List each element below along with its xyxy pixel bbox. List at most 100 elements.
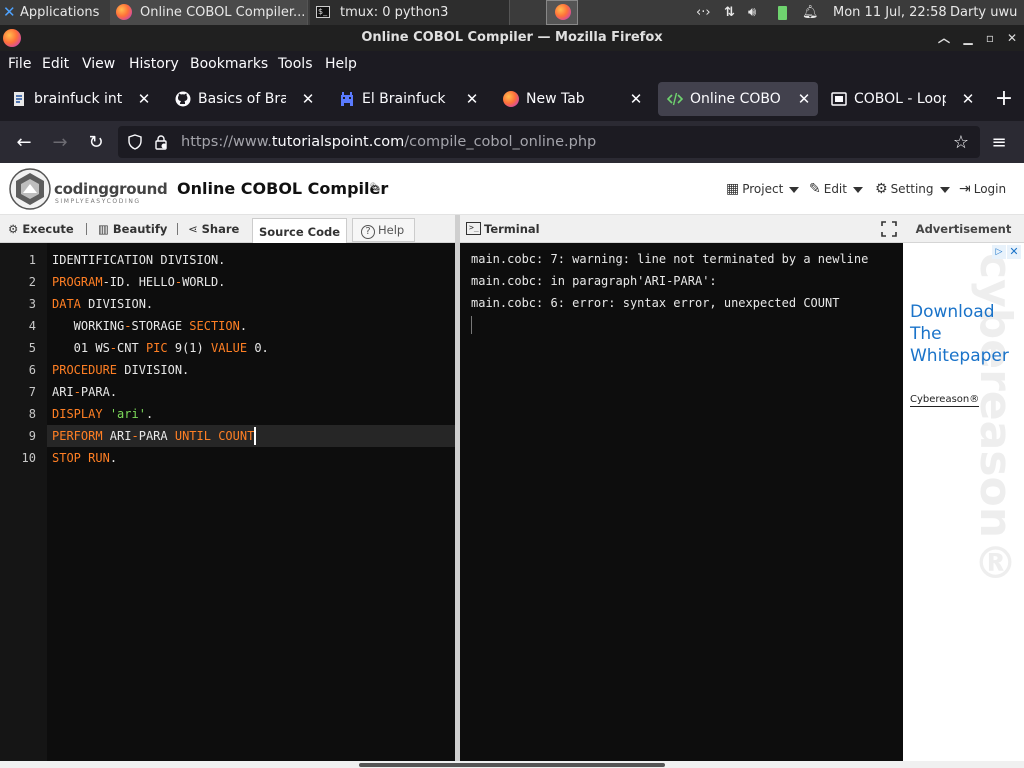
navigation-toolbar: ← → ↻ https://www.tutorialspoint.com/com… (0, 121, 1024, 163)
firefox-icon (503, 91, 519, 107)
close-icon[interactable]: ✕ (1002, 25, 1022, 51)
close-tab-icon[interactable]: ✕ (464, 82, 480, 116)
code-line[interactable]: PERFORM ARI-PARA UNTIL COUNT (52, 425, 254, 447)
tab-cobol-loop[interactable]: COBOL - Loop S ✕ (822, 82, 982, 116)
tab-basics-of-brainfuck[interactable]: Basics of BrainF ✕ (166, 82, 322, 116)
tab-new-tab[interactable]: New Tab ✕ (494, 82, 650, 116)
clock[interactable]: Mon 11 Jul, 22:58 (833, 0, 947, 25)
advertisement[interactable]: cybereason® ▷ ✕ Download The Whitepaper … (903, 243, 1024, 768)
terminal-icon: >_ (466, 222, 481, 235)
maximize-icon[interactable]: ▫ (980, 25, 1000, 51)
terminal-output[interactable]: main.cobc: 7: warning: line not terminat… (460, 243, 903, 768)
code-line[interactable]: DATA DIVISION. (52, 293, 153, 315)
help-tab[interactable]: ? Help (352, 218, 415, 242)
volume-icon[interactable]: 🔊︎ (748, 0, 756, 25)
horizontal-scrollbar[interactable] (0, 761, 1024, 768)
menu-tools[interactable]: Tools (278, 51, 313, 77)
close-tab-icon[interactable]: ✕ (300, 82, 316, 116)
line-number: 4 (28, 319, 36, 333)
scrollbar-thumb[interactable] (359, 763, 665, 767)
code-token: 9(1) (167, 341, 211, 355)
back-arrow-icon[interactable]: ← (10, 129, 38, 157)
menu-file[interactable]: File (8, 51, 31, 77)
code-line[interactable]: IDENTIFICATION DIVISION. (52, 249, 225, 271)
shield-icon[interactable] (127, 134, 143, 150)
close-tab-icon[interactable]: ✕ (960, 82, 976, 116)
menu-view[interactable]: View (82, 51, 115, 77)
login-label: Login (973, 182, 1007, 196)
bookmark-star-icon[interactable]: ☆ (947, 129, 975, 157)
github-icon (175, 91, 191, 107)
code-line[interactable]: DISPLAY 'ari'. (52, 403, 153, 425)
new-tab-plus-icon[interactable]: + (992, 87, 1016, 111)
code-line[interactable]: STOP RUN. (52, 447, 117, 469)
close-tab-icon[interactable]: ✕ (628, 82, 644, 116)
lock-icon[interactable] (153, 134, 169, 150)
edit-icon: ✎ (809, 181, 821, 197)
chevron-up-icon[interactable]: ︿ (934, 25, 954, 51)
fullscreen-icon[interactable] (881, 221, 897, 237)
login-link[interactable]: ⇥ Login (959, 181, 1006, 197)
code-line[interactable]: WORKING-STORAGE SECTION. (52, 315, 247, 337)
transfer-icon[interactable]: ⇅ (724, 0, 735, 25)
hamburger-menu-icon[interactable]: ≡ (985, 129, 1013, 157)
url-bar[interactable]: https://www.tutorialspoint.com/compile_c… (118, 126, 980, 158)
code-editor[interactable]: 1 2 3 4 5 6 7 8 9 10 IDENTIFICATION DIVISION. PROG… (0, 243, 455, 768)
system-tray: ‹·› ⇅ 🔊︎ 🔔︎ Mon 11 Jul, 22:58 Darty uwu (690, 0, 1024, 25)
tab-brainfuck-interp[interactable]: brainfuck interp ✕ (2, 82, 158, 116)
workspace-firefox-button[interactable] (546, 0, 578, 25)
tab-online-cobol-compiler[interactable]: Online COBOL C ✕ (658, 82, 818, 116)
applications-menu[interactable]: ✕ Applications (0, 0, 108, 25)
menu-help[interactable]: Help (325, 51, 357, 77)
setting-menu[interactable]: ⚙ Setting (875, 181, 950, 197)
forward-arrow-icon[interactable]: → (46, 129, 74, 157)
code-line[interactable]: ARI-PARA. (52, 381, 117, 403)
help-circle-icon: ? (361, 225, 375, 239)
code-line[interactable]: PROGRAM-ID. HELLO-WORLD. (52, 271, 225, 293)
url-domain: tutorialspoint.com (271, 134, 405, 150)
url-prefix: https://www. (181, 134, 272, 150)
edit-menu[interactable]: ✎ Edit (809, 181, 863, 197)
ad-headline[interactable]: Download The Whitepaper (910, 301, 1020, 367)
gear-icon: ⚙ (875, 181, 888, 197)
menubar: File Edit View History Bookmarks Tools H… (0, 51, 1024, 77)
minimize-icon[interactable]: ▁ (958, 25, 978, 51)
url-path: /compile_cobol_online.php (404, 134, 597, 150)
code-keyword: - (109, 341, 118, 355)
share-button[interactable]: ⋖ Share (188, 215, 239, 243)
grid-icon: ▦ (726, 181, 740, 197)
ad-brand: Cybereason® (910, 394, 980, 407)
terminal-line: main.cobc: 7: warning: line not terminat… (471, 252, 869, 266)
ad-close-icon[interactable]: ✕ (1007, 245, 1021, 259)
battery-icon[interactable] (778, 6, 787, 20)
menu-edit[interactable]: Edit (42, 51, 69, 77)
url-text[interactable]: https://www.tutorialspoint.com/compile_c… (181, 126, 596, 158)
code-line[interactable]: 01 WS-CNT PIC 9(1) VALUE 0. (52, 337, 269, 359)
code-line[interactable]: PROCEDURE DIVISION. (52, 359, 189, 381)
taskbar-firefox[interactable]: Online COBOL Compiler... (110, 0, 308, 25)
reload-icon[interactable]: ↻ (82, 129, 110, 157)
execute-button[interactable]: ⚙ Execute (8, 215, 74, 243)
menu-bookmarks[interactable]: Bookmarks (190, 51, 268, 77)
network-arrows-icon[interactable]: ‹·› (696, 0, 711, 25)
line-number: 8 (28, 407, 36, 421)
notification-bell-icon[interactable]: 🔔︎ (802, 0, 819, 25)
menu-history[interactable]: History (129, 51, 179, 77)
code-token: . (109, 451, 118, 465)
source-code-tab[interactable]: Source Code (252, 218, 347, 244)
line-number: 5 (28, 341, 36, 355)
beautify-button[interactable]: ▥ Beautify (98, 215, 167, 243)
edit-pencil-icon[interactable]: ✎ (369, 179, 382, 197)
code-keyword: VALUE (210, 341, 248, 355)
caret-down-icon (852, 186, 863, 193)
taskbar-terminal[interactable]: $_ tmux: 0 python3 (310, 0, 510, 25)
user-name[interactable]: Darty uwu (950, 0, 1017, 25)
codingground-logo-icon[interactable] (8, 167, 52, 211)
terminal-label: Terminal (484, 222, 540, 236)
ad-info-icon[interactable]: ▷ (992, 245, 1006, 259)
close-tab-icon[interactable]: ✕ (796, 82, 812, 116)
code-token: 0. (247, 341, 269, 355)
close-tab-icon[interactable]: ✕ (136, 82, 152, 116)
project-menu[interactable]: ▦ Project (726, 181, 800, 197)
tab-el-brainfuck[interactable]: El Brainfuck ✕ (330, 82, 486, 116)
